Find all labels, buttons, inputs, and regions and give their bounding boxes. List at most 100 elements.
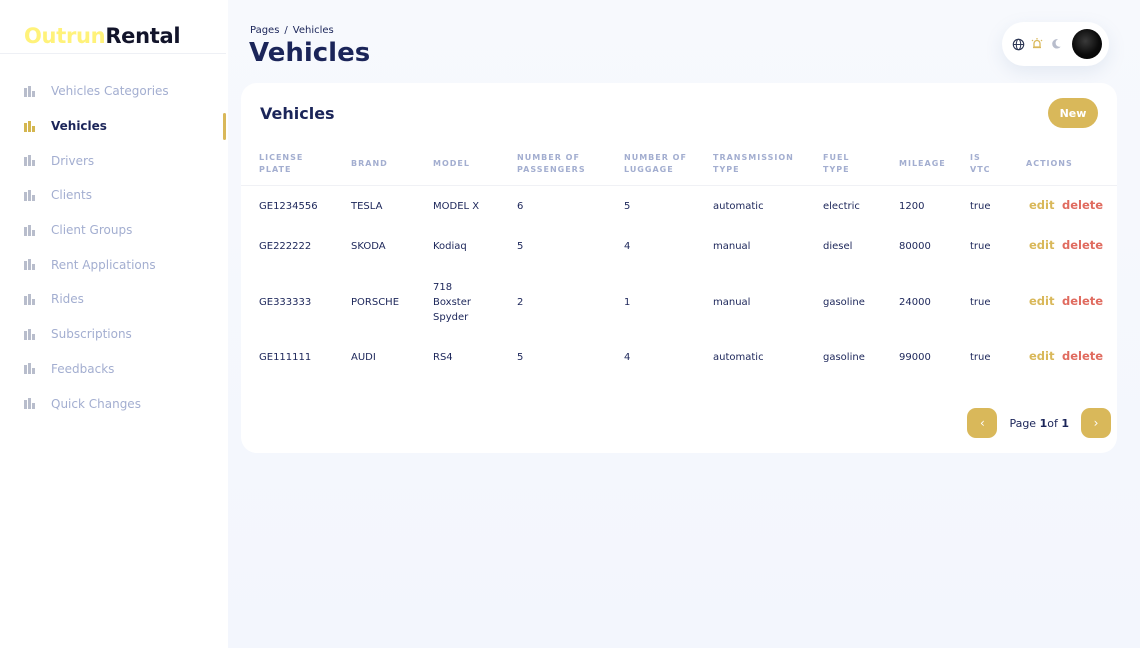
edit-button[interactable]: edit xyxy=(1029,349,1054,363)
breadcrumb-vehicles[interactable]: Vehicles xyxy=(293,25,334,36)
app-logo[interactable]: OutrunRental xyxy=(24,24,181,48)
column-header: Model xyxy=(433,158,470,170)
card-title: Vehicles xyxy=(260,104,335,123)
cell-luggage: 5 xyxy=(624,200,631,212)
page-title: Vehicles xyxy=(249,38,371,68)
topbar xyxy=(1002,22,1109,66)
logo-part-outrun: Outrun xyxy=(24,24,106,48)
column-header-line: Number of xyxy=(624,153,687,162)
cell-model: Kodiaq xyxy=(433,239,467,254)
cell-luggage: 4 xyxy=(624,240,631,252)
cell-vtc: true xyxy=(970,296,991,308)
cell-model: 718 Boxster Spyder xyxy=(433,280,471,325)
new-vehicle-button[interactable]: New xyxy=(1048,98,1098,128)
sidebar: OutrunRental Vehicles Categories Vehicles… xyxy=(0,0,228,648)
bar-chart-icon xyxy=(24,293,35,305)
column-header: Number of Luggage xyxy=(624,152,687,176)
sidebar-item-vehicles[interactable]: Vehicles xyxy=(0,109,228,144)
prev-page-button[interactable]: ‹ xyxy=(967,408,998,438)
cell-plate: GE1234556 xyxy=(259,200,318,212)
sidebar-item-quick-changes[interactable]: Quick Changes xyxy=(0,386,228,421)
column-header-line: Mileage xyxy=(899,159,946,168)
bar-chart-icon xyxy=(24,363,35,375)
sidebar-item-label: Clients xyxy=(51,188,92,203)
cell-transmission: automatic xyxy=(713,351,764,363)
edit-button[interactable]: edit xyxy=(1029,238,1054,252)
sidebar-item-client-groups[interactable]: Client Groups xyxy=(0,213,228,248)
edit-button[interactable]: edit xyxy=(1029,294,1054,308)
cell-transmission: manual xyxy=(713,240,751,252)
delete-button[interactable]: delete xyxy=(1062,294,1103,308)
column-header-line: VTC xyxy=(970,165,991,174)
column-header: Number of Passengers xyxy=(517,152,586,176)
bar-chart-icon xyxy=(24,224,35,236)
page-word: Page xyxy=(1009,416,1037,430)
edit-button[interactable]: edit xyxy=(1029,198,1054,212)
model-line: Spyder xyxy=(433,311,469,323)
column-header: Fuel Type xyxy=(823,152,850,176)
pagination: ‹ Page 1of 1 › xyxy=(967,408,1111,438)
column-header: Mileage xyxy=(899,158,946,170)
cell-fuel: diesel xyxy=(823,240,853,252)
breadcrumb-pages[interactable]: Pages xyxy=(250,25,279,36)
sidebar-item-rent-applications[interactable]: Rent Applications xyxy=(0,247,228,282)
model-line: Boxster xyxy=(433,296,471,308)
bar-chart-icon xyxy=(24,328,35,340)
model-line: MODEL X xyxy=(433,200,480,212)
column-header-line: Number of xyxy=(517,153,580,162)
column-header: License Plate xyxy=(259,152,303,176)
cell-passengers: 5 xyxy=(517,351,524,363)
cell-passengers: 2 xyxy=(517,296,524,308)
column-header-line: Is xyxy=(970,153,981,162)
cell-plate: GE333333 xyxy=(259,296,312,308)
sidebar-item-label: Quick Changes xyxy=(51,396,141,411)
column-header-line: Type xyxy=(713,165,740,174)
sidebar-item-feedbacks[interactable]: Feedbacks xyxy=(0,352,228,387)
delete-button[interactable]: delete xyxy=(1062,349,1103,363)
cell-model: MODEL X xyxy=(433,199,479,214)
cell-brand: AUDI xyxy=(351,351,376,363)
cell-mileage: 24000 xyxy=(899,296,931,308)
moon-icon[interactable] xyxy=(1049,37,1063,51)
bar-chart-icon xyxy=(24,120,35,132)
next-page-button[interactable]: › xyxy=(1081,408,1111,438)
sidebar-divider xyxy=(0,53,226,54)
sidebar-item-clients[interactable]: Clients xyxy=(0,178,228,213)
logo-part-rental: Rental xyxy=(105,24,181,48)
cell-fuel: gasoline xyxy=(823,351,865,363)
main-content: Pages / Vehicles Vehicles Vehicles New Lic… xyxy=(228,0,1140,648)
cell-transmission: manual xyxy=(713,296,751,308)
sidebar-item-rides[interactable]: Rides xyxy=(0,282,228,317)
avatar[interactable] xyxy=(1072,29,1102,59)
cell-brand: SKODA xyxy=(351,240,386,252)
column-header-line: Passengers xyxy=(517,165,586,174)
column-header-line: Fuel xyxy=(823,153,850,162)
cell-mileage: 80000 xyxy=(899,240,931,252)
cell-mileage: 99000 xyxy=(899,351,931,363)
breadcrumb: Pages / Vehicles xyxy=(250,25,334,36)
delete-button[interactable]: delete xyxy=(1062,198,1103,212)
column-header-line: Plate xyxy=(259,165,292,174)
bar-chart-icon xyxy=(24,398,35,410)
model-line: RS4 xyxy=(433,351,453,363)
bar-chart-icon xyxy=(24,259,35,271)
column-header-line: Type xyxy=(823,165,850,174)
cell-plate: GE222222 xyxy=(259,240,312,252)
alarm-icon[interactable] xyxy=(1030,37,1044,51)
globe-icon[interactable] xyxy=(1011,37,1025,51)
column-header-line: License xyxy=(259,153,304,162)
sidebar-nav: Vehicles Categories Vehicles Drivers Client… xyxy=(0,74,228,421)
model-line: 718 xyxy=(433,281,453,293)
cell-passengers: 5 xyxy=(517,240,524,252)
column-header-line: Actions xyxy=(1026,159,1073,168)
cell-luggage: 4 xyxy=(624,351,631,363)
sidebar-item-label: Vehicles xyxy=(51,119,107,134)
sidebar-item-drivers[interactable]: Drivers xyxy=(0,143,228,178)
cell-fuel: electric xyxy=(823,200,860,212)
sidebar-item-label: Subscriptions xyxy=(51,327,132,342)
sidebar-item-vehicles-categories[interactable]: Vehicles Categories xyxy=(0,74,228,109)
delete-button[interactable]: delete xyxy=(1062,238,1103,252)
sidebar-item-subscriptions[interactable]: Subscriptions xyxy=(0,317,228,352)
sidebar-item-label: Vehicles Categories xyxy=(51,84,169,99)
bar-chart-icon xyxy=(24,189,35,201)
